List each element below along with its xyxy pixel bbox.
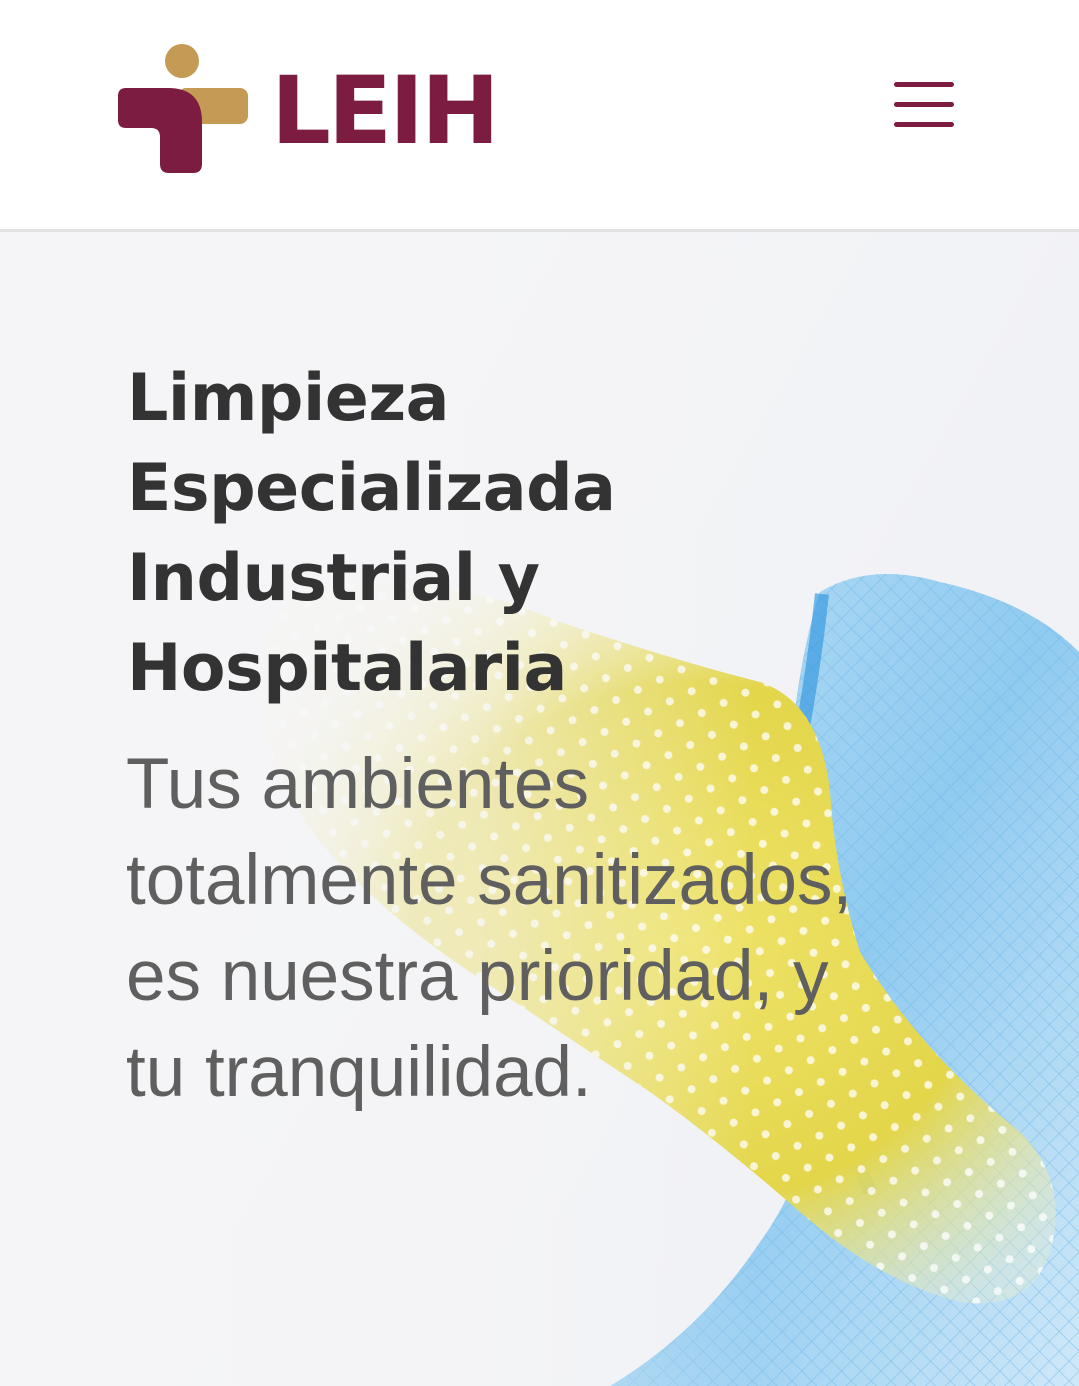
menu-button[interactable] (892, 82, 956, 130)
menu-bar-middle (894, 102, 954, 107)
menu-bar-top (894, 82, 954, 87)
hero-section: Limpieza Especializada Industrial y Hosp… (0, 232, 1079, 1386)
brand-name: LEIH (271, 56, 500, 166)
brand-logo[interactable]: LEIH (116, 42, 500, 177)
hero-subtitle: Tus ambientes totalmente sanitizados, es… (126, 745, 853, 1112)
site-header: LEIH (0, 0, 1079, 229)
hero-title: Limpieza Especializada Industrial y Hosp… (127, 361, 616, 706)
menu-bar-bottom (894, 122, 954, 127)
leih-cross-logo-icon (118, 44, 248, 173)
